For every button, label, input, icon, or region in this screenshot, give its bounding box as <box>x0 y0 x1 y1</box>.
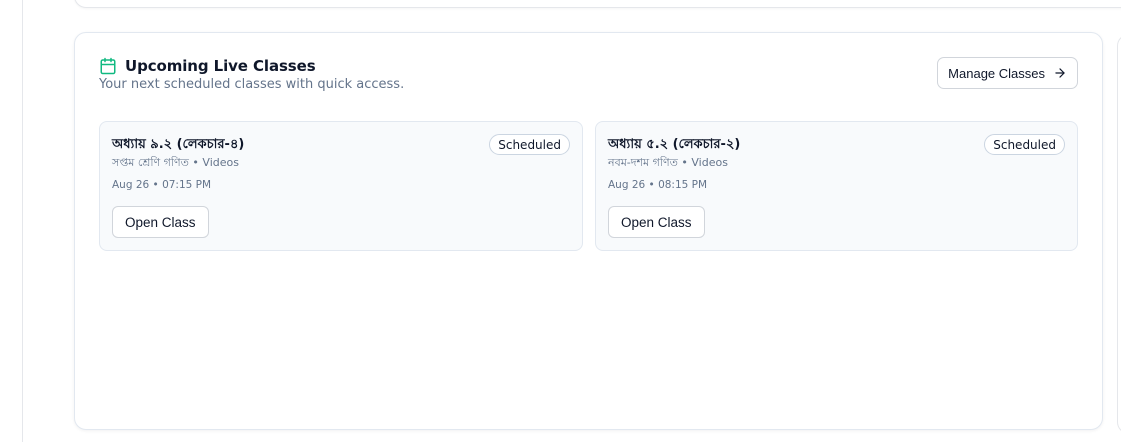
class-card: অধ্যায় ৫.২ (লেকচার-২) নবম-দশম গণিত • Vi… <box>595 121 1078 251</box>
title-row: Upcoming Live Classes <box>99 57 404 75</box>
manage-classes-label: Manage Classes <box>948 65 1045 81</box>
sidebar-divider <box>22 0 23 442</box>
class-meta: সপ্তম শ্রেণি গণিত • Videos <box>112 156 239 169</box>
status-badge: Scheduled <box>984 134 1065 155</box>
manage-classes-button[interactable]: Manage Classes <box>937 57 1078 89</box>
open-class-button[interactable]: Open Class <box>112 206 209 238</box>
class-title: অধ্যায় ৯.২ (লেকচার-৪) <box>112 137 245 152</box>
status-badge: Scheduled <box>489 134 570 155</box>
card-title: Upcoming Live Classes <box>125 57 316 75</box>
adjacent-card <box>1117 34 1121 434</box>
upcoming-classes-card: Upcoming Live Classes Your next schedule… <box>74 32 1103 430</box>
class-meta: নবম-দশম গণিত • Videos <box>608 156 728 169</box>
class-card: অধ্যায় ৯.২ (লেকচার-৪) সপ্তম শ্রেণি গণিত… <box>99 121 583 251</box>
arrow-right-icon <box>1053 66 1067 80</box>
open-class-button[interactable]: Open Class <box>608 206 705 238</box>
class-title: অধ্যায় ৫.২ (লেকচার-২) <box>608 137 741 152</box>
card-subtitle: Your next scheduled classes with quick a… <box>99 77 405 92</box>
class-time: Aug 26 • 08:15 PM <box>608 179 708 191</box>
card-header: Upcoming Live Classes Your next schedule… <box>99 57 404 92</box>
class-time: Aug 26 • 07:15 PM <box>112 179 212 191</box>
calendar-icon <box>99 57 117 75</box>
previous-card <box>74 0 1121 8</box>
